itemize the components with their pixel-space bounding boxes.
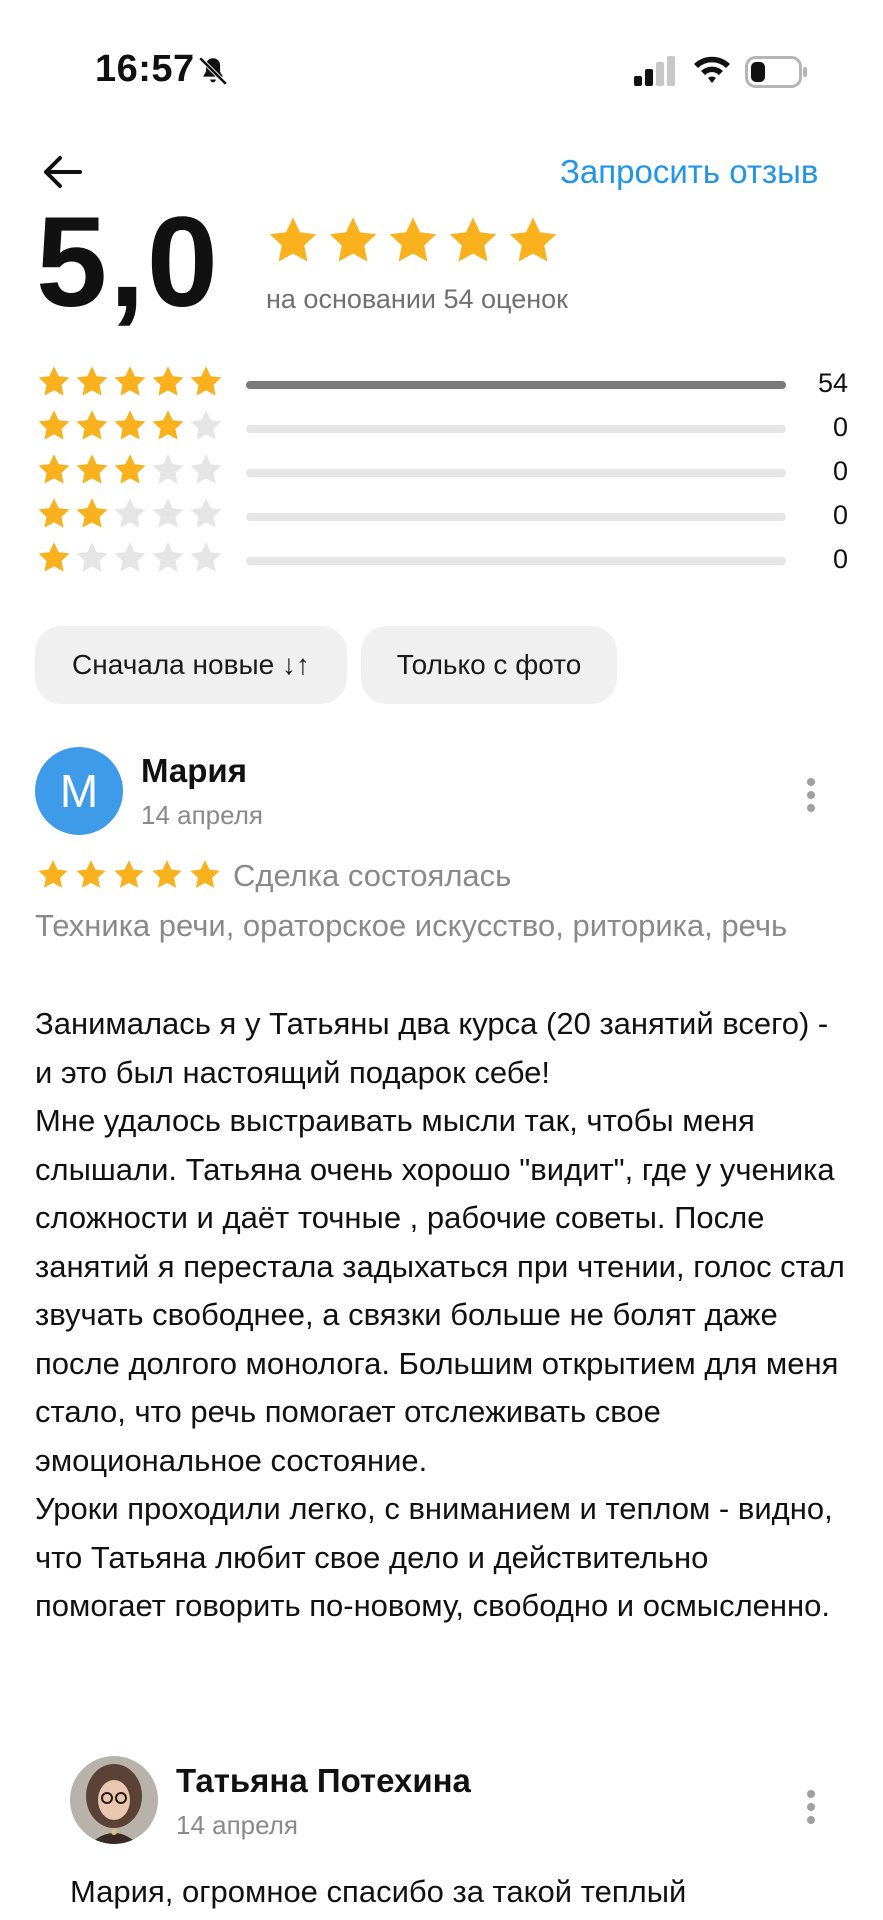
star-filled-icon: [329, 217, 377, 262]
star-empty-icon: [152, 454, 184, 484]
star-filled-icon: [38, 410, 70, 440]
request-review-link[interactable]: Запросить отзыв: [560, 153, 818, 191]
review-stars: [36, 858, 222, 892]
status-time: 16:57: [95, 48, 195, 90]
review-text: Занималась я у Татьяны два курса (20 зан…: [35, 1000, 845, 1631]
distribution-stars: [36, 540, 224, 576]
star-empty-icon: [190, 454, 222, 484]
distribution-count: 0: [832, 544, 848, 574]
star-filled-icon: [38, 498, 70, 528]
distribution-count: 0: [832, 456, 848, 486]
reply-author: Татьяна Потехина: [176, 1762, 471, 1799]
star-empty-icon: [152, 498, 184, 528]
star-empty-icon: [190, 542, 222, 572]
mute-bell-icon: [198, 56, 228, 86]
star-empty-icon: [152, 542, 184, 572]
star-filled-icon: [38, 454, 70, 484]
distribution-count: 0: [832, 500, 848, 530]
avatar: М: [35, 747, 123, 835]
battery-icon: [745, 56, 807, 88]
star-empty-icon: [190, 498, 222, 528]
distribution-row-4: 0: [36, 408, 848, 448]
wifi-icon: [694, 56, 730, 83]
deal-status: Сделка состоялась: [233, 858, 512, 893]
star-filled-icon: [152, 366, 184, 396]
distribution-stars: [36, 452, 224, 488]
distribution-row-3: 0: [36, 452, 848, 492]
star-empty-icon: [114, 542, 146, 572]
review-date: 14 апреля: [141, 800, 263, 830]
star-filled-icon: [114, 454, 146, 484]
reply-avatar: [70, 1756, 158, 1844]
cellular-signal-icon: [634, 56, 675, 86]
star-filled-icon: [449, 217, 497, 262]
star-filled-icon: [152, 860, 182, 888]
distribution-bar: [246, 557, 786, 565]
reply-more-icon[interactable]: [805, 1790, 817, 1826]
distribution-stars: [36, 496, 224, 532]
back-arrow-icon[interactable]: [40, 150, 84, 194]
distribution-row-2: 0: [36, 496, 848, 536]
star-filled-icon: [76, 366, 108, 396]
star-filled-icon: [269, 217, 317, 262]
review-service: Техника речи, ораторское искусство, рито…: [35, 908, 788, 943]
distribution-row-5: 54: [36, 364, 848, 404]
photo-only-chip[interactable]: Только с фото: [361, 626, 617, 704]
star-filled-icon: [114, 410, 146, 440]
star-filled-icon: [190, 860, 220, 888]
distribution-bar: [246, 425, 786, 433]
star-filled-icon: [152, 410, 184, 440]
review-paragraph: Мне удалось выстраивать мысли так, чтобы…: [35, 1103, 845, 1478]
distribution-bar: [246, 381, 786, 389]
star-filled-icon: [190, 366, 222, 396]
star-filled-icon: [76, 410, 108, 440]
average-rating-stars: [266, 214, 560, 268]
star-filled-icon: [114, 860, 144, 888]
rating-basis-text: на основании 54 оценок: [266, 284, 568, 314]
reply-text: Мария, огромное спасибо за такой теплый: [70, 1874, 687, 1909]
star-filled-icon: [509, 217, 557, 262]
star-filled-icon: [38, 542, 70, 572]
review-paragraph: Уроки проходили легко, с вниманием и теп…: [35, 1491, 833, 1623]
star-filled-icon: [38, 860, 68, 888]
review-author: Мария: [141, 752, 247, 789]
distribution-row-1: 0: [36, 540, 848, 580]
star-filled-icon: [76, 498, 108, 528]
star-filled-icon: [76, 454, 108, 484]
distribution-bar: [246, 469, 786, 477]
distribution-bar: [246, 513, 786, 521]
distribution-stars: [36, 364, 224, 400]
star-filled-icon: [76, 860, 106, 888]
average-rating: 5,0: [36, 191, 220, 334]
review-paragraph: Занималась я у Татьяны два курса (20 зан…: [35, 1006, 829, 1090]
star-filled-icon: [114, 366, 146, 396]
distribution-stars: [36, 408, 224, 444]
star-empty-icon: [76, 542, 108, 572]
star-empty-icon: [114, 498, 146, 528]
star-filled-icon: [389, 217, 437, 262]
sort-newest-chip[interactable]: Сначала новые ↓↑: [35, 626, 347, 704]
reply-date: 14 апреля: [176, 1810, 298, 1840]
star-filled-icon: [38, 366, 70, 396]
distribution-count: 54: [817, 368, 848, 398]
distribution-bar-fill: [246, 381, 786, 389]
distribution-count: 0: [832, 412, 848, 442]
review-more-icon[interactable]: [805, 778, 817, 814]
star-empty-icon: [190, 410, 222, 440]
